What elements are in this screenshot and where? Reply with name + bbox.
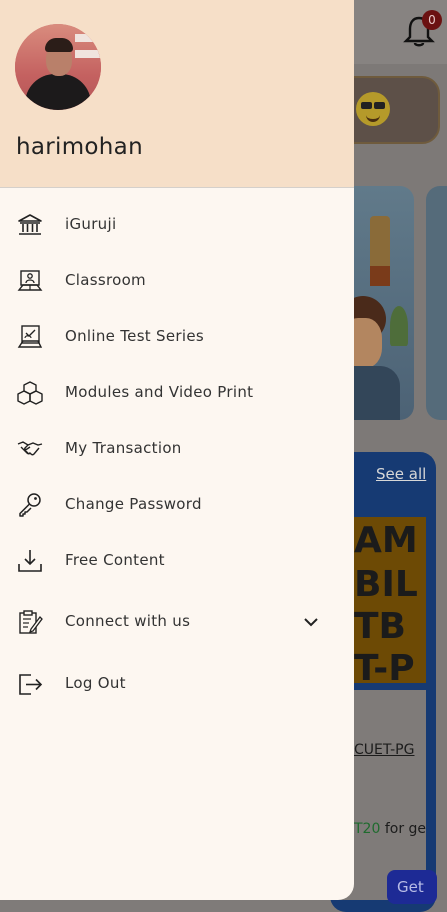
drawer-header: harimohan [0, 0, 354, 188]
promo-code: T20 [354, 821, 381, 837]
see-all-link[interactable]: See all [376, 465, 426, 483]
menu-item-my-transaction[interactable]: My Transaction [0, 426, 354, 472]
menu-item-change-password[interactable]: Change Password [0, 482, 354, 528]
menu-item-label: Online Test Series [65, 327, 204, 345]
promo-text: T20 for ge [354, 821, 426, 837]
notification-count-badge: 0 [422, 10, 442, 30]
navigation-drawer: harimohan iGuruji Classroom Online Test … [0, 0, 354, 900]
menu-item-label: iGuruji [65, 215, 117, 233]
menu-item-free-content[interactable]: Free Content [0, 538, 354, 584]
cool-emoji-icon [356, 92, 390, 126]
modules-icon [17, 380, 43, 406]
classroom-icon [17, 268, 43, 294]
menu-item-label: Modules and Video Print [65, 383, 254, 401]
clipboard-icon [17, 609, 43, 635]
poster-text-line: TB [354, 606, 406, 647]
get-button[interactable]: Get [387, 870, 437, 904]
test-series-icon [17, 324, 43, 350]
menu-item-label: Free Content [65, 551, 165, 569]
menu-item-label: Classroom [65, 271, 146, 289]
menu-item-label: Log Out [65, 674, 126, 692]
poster-text-line: T-P [354, 648, 415, 684]
promo-banner-next[interactable] [426, 186, 447, 420]
menu-item-label: My Transaction [65, 439, 182, 457]
download-icon [17, 548, 43, 574]
poster-text-line: AM [354, 520, 418, 561]
menu-item-label: Connect with us [65, 612, 191, 630]
promo-suffix: for ge [380, 821, 427, 837]
logout-icon [17, 671, 43, 697]
menu-item-modules-and-video-print[interactable]: Modules and Video Print [0, 370, 354, 416]
institution-icon [17, 212, 43, 238]
course-link[interactable]: CUET-PG [354, 742, 414, 758]
menu-item-classroom[interactable]: Classroom [0, 258, 354, 304]
key-icon [17, 492, 43, 518]
username: harimohan [16, 134, 143, 160]
menu-item-iguruji[interactable]: iGuruji [0, 202, 354, 248]
menu-item-log-out[interactable]: Log Out [0, 661, 354, 707]
menu-item-connect-with-us[interactable]: Connect with us [0, 599, 354, 645]
avatar[interactable] [15, 24, 101, 110]
menu-item-online-test-series[interactable]: Online Test Series [0, 314, 354, 360]
handshake-icon [17, 436, 43, 462]
chevron-down-icon[interactable] [300, 611, 322, 633]
poster-text-line: BIL [354, 564, 418, 605]
menu-item-label: Change Password [65, 495, 202, 513]
